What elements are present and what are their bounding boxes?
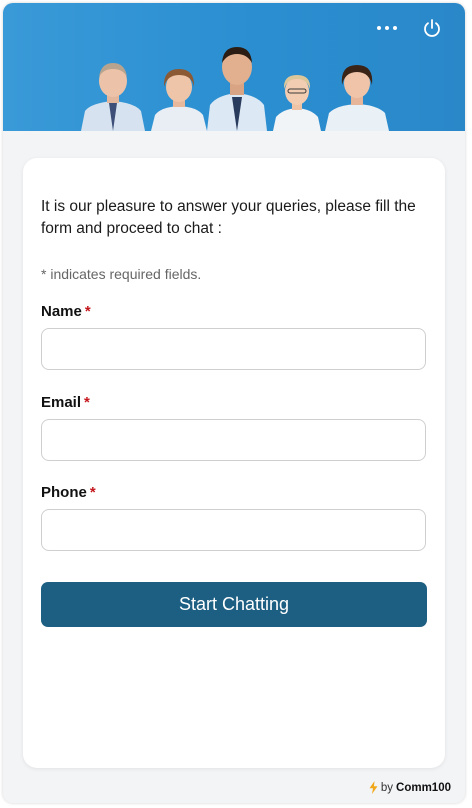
form-intro-text: It is our pleasure to answer your querie… (41, 198, 416, 237)
email-label: Email * (41, 394, 90, 411)
chat-header (3, 3, 465, 131)
person-5 (325, 65, 389, 131)
person-2 (151, 69, 207, 131)
phone-input[interactable] (41, 509, 426, 551)
phone-label-text: Phone (41, 484, 87, 501)
required-star: * (84, 303, 91, 320)
person-1 (81, 63, 145, 131)
required-star: * (89, 484, 96, 501)
comm100-link[interactable]: Comm100 (396, 782, 451, 794)
more-options-button[interactable] (372, 13, 402, 43)
prechat-form-card: It is our pleasure to answer your querie… (23, 158, 445, 768)
name-input[interactable] (41, 328, 426, 370)
more-horizontal-icon (377, 26, 397, 30)
end-chat-button[interactable] (417, 13, 447, 43)
power-icon (424, 19, 440, 37)
start-chatting-button[interactable]: Start Chatting (41, 582, 427, 627)
chat-widget: It is our pleasure to answer your querie… (3, 3, 465, 803)
required-fields-note: * indicates required fields. (41, 266, 202, 282)
powered-by-footer: by Comm100 (369, 781, 451, 794)
email-label-text: Email (41, 394, 82, 411)
lightning-bolt-icon (369, 781, 378, 794)
team-banner (81, 47, 389, 131)
name-label: Name * (41, 303, 91, 320)
required-star: * (84, 394, 90, 411)
by-text: by (380, 781, 394, 794)
person-3 (207, 47, 267, 131)
phone-label: Phone * (41, 484, 96, 501)
name-label-text: Name (41, 303, 82, 320)
email-input[interactable] (41, 419, 426, 461)
person-4 (273, 75, 321, 131)
